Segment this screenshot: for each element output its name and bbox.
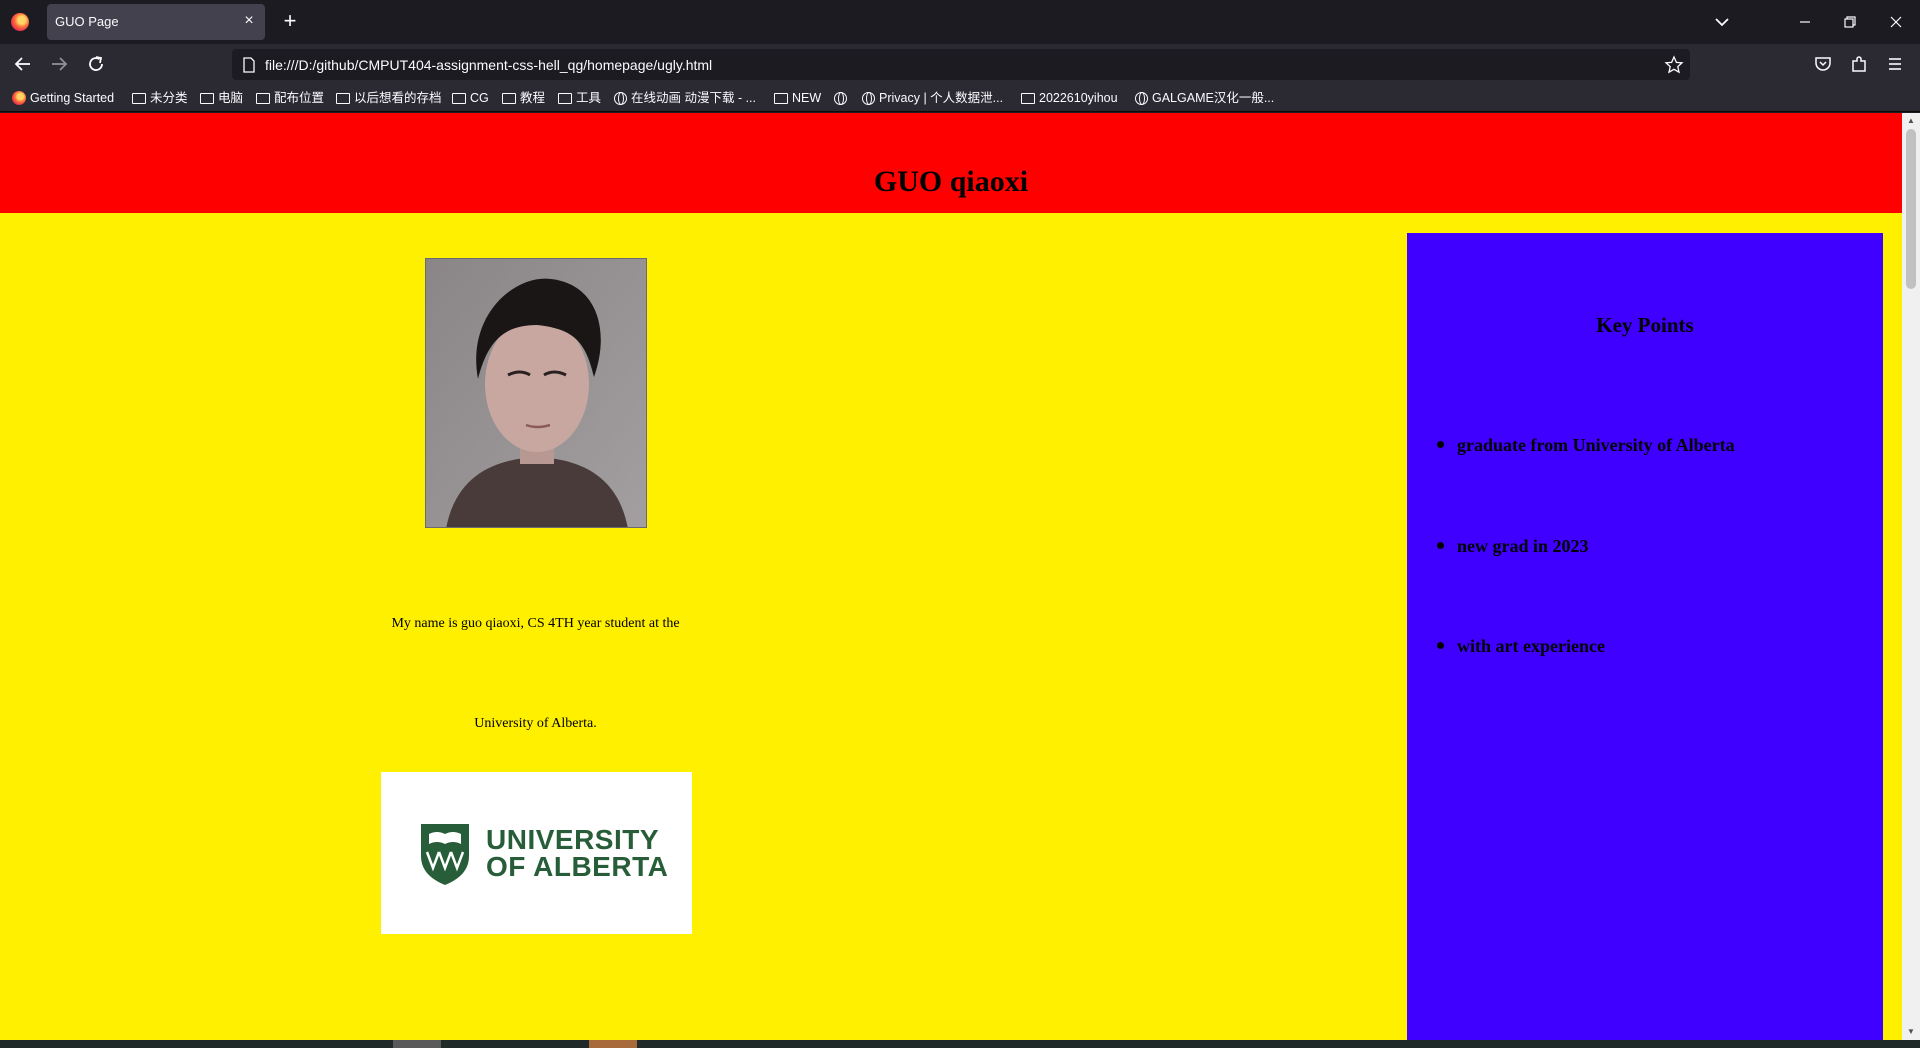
- back-arrow-icon[interactable]: [12, 53, 34, 75]
- ua-logo-text: UNIVERSITY OF ALBERTA: [486, 824, 669, 882]
- minimize-icon[interactable]: [1795, 12, 1815, 32]
- extensions-puzzle-icon[interactable]: [1849, 54, 1869, 74]
- taskbar-edge: [0, 1040, 1920, 1048]
- scrollbar-thumb[interactable]: [1906, 129, 1916, 289]
- bookmarks-toolbar: Getting Started 未分类 电脑 配布位置 以后想看的存档 CG 教…: [0, 84, 1920, 112]
- page-header: GUO qiaoxi: [0, 113, 1902, 213]
- tab-guo-page[interactable]: GUO Page ×: [47, 4, 265, 40]
- bookmark-folder[interactable]: 未分类: [132, 90, 188, 106]
- folder-icon: [1021, 92, 1035, 104]
- profile-photo: [425, 258, 647, 528]
- bookmark-folder[interactable]: 2022610yihou: [1021, 90, 1118, 106]
- bookmark-folder[interactable]: 以后想看的存档: [336, 90, 442, 106]
- folder-icon: [774, 92, 788, 104]
- intro-text-line-2: University of Alberta.: [474, 716, 597, 731]
- reload-icon[interactable]: [85, 53, 107, 75]
- university-of-alberta-logo: UNIVERSITY OF ALBERTA: [381, 772, 692, 934]
- forward-arrow-icon[interactable]: [48, 53, 70, 75]
- bookmark-link[interactable]: GALGAME汉化一般...: [1135, 90, 1274, 106]
- bookmark-link[interactable]: Privacy | 个人数据泄...: [862, 90, 1003, 106]
- globe-icon: [834, 91, 847, 105]
- folder-icon: [336, 92, 350, 104]
- list-item: new grad in 2023: [1437, 536, 1589, 557]
- tab-bar: GUO Page × +: [0, 0, 1920, 44]
- globe-icon: [862, 91, 875, 105]
- pocket-icon[interactable]: [1813, 54, 1833, 74]
- page-icon: [243, 57, 255, 73]
- new-tab-plus-icon[interactable]: +: [280, 10, 300, 32]
- folder-icon: [256, 92, 270, 104]
- folder-icon: [200, 92, 214, 104]
- key-points-sidebar: Key Points graduate from University of A…: [1407, 233, 1883, 1040]
- navigation-toolbar: file:///D:/github/CMPUT404-assignment-cs…: [0, 44, 1920, 84]
- taskbar-item: [393, 1040, 441, 1048]
- restore-icon[interactable]: [1840, 12, 1860, 32]
- bookmark-folder[interactable]: 电脑: [200, 90, 243, 106]
- bookmark-folder[interactable]: 教程: [502, 90, 545, 106]
- address-bar[interactable]: file:///D:/github/CMPUT404-assignment-cs…: [232, 49, 1690, 80]
- scroll-up-arrow-icon[interactable]: ▲: [1906, 116, 1916, 126]
- tab-close-icon[interactable]: ×: [241, 13, 257, 29]
- bullet-icon: [1437, 542, 1444, 550]
- scroll-down-arrow-icon[interactable]: ▼: [1906, 1027, 1916, 1037]
- folder-icon: [132, 92, 146, 104]
- close-window-icon[interactable]: [1886, 12, 1906, 32]
- ua-shield-icon: [421, 824, 469, 885]
- bookmark-star-icon[interactable]: [1664, 55, 1684, 75]
- bullet-icon: [1437, 642, 1444, 650]
- bookmark-folder[interactable]: 工具: [558, 90, 601, 106]
- folder-icon: [452, 92, 466, 104]
- bookmark-folder[interactable]: CG: [452, 90, 489, 106]
- folder-icon: [502, 92, 516, 104]
- bullet-icon: [1437, 441, 1444, 449]
- taskbar-item: [589, 1040, 637, 1048]
- bookmark-link[interactable]: [834, 90, 851, 106]
- bookmark-folder[interactable]: NEW: [774, 90, 821, 106]
- page-viewport: GUO qiaoxi My name is guo qiaoxi, CS 4TH…: [0, 113, 1920, 1040]
- list-item: with art experience: [1437, 636, 1605, 657]
- list-all-tabs-chevron-icon[interactable]: [1712, 13, 1732, 31]
- tab-title: GUO Page: [55, 14, 119, 29]
- list-item: graduate from University of Alberta: [1437, 435, 1735, 456]
- globe-icon: [1135, 91, 1148, 105]
- globe-icon: [614, 91, 627, 105]
- firefox-icon: [12, 91, 26, 105]
- sidebar-title: Key Points: [1596, 313, 1694, 337]
- intro-text-line-1: My name is guo qiaoxi, CS 4TH year stude…: [391, 616, 680, 631]
- url-text[interactable]: file:///D:/github/CMPUT404-assignment-cs…: [265, 57, 712, 73]
- bookmark-link[interactable]: 在线动画 动漫下载 - ...: [614, 90, 756, 106]
- bookmark-getting-started[interactable]: Getting Started: [12, 90, 114, 106]
- hamburger-menu-icon[interactable]: [1885, 54, 1905, 74]
- bookmark-folder[interactable]: 配布位置: [256, 90, 324, 106]
- page-title: GUO qiaoxi: [873, 165, 1029, 198]
- firefox-menu-icon[interactable]: [11, 13, 29, 31]
- vertical-scrollbar[interactable]: ▲ ▼: [1902, 113, 1920, 1040]
- folder-icon: [558, 92, 572, 104]
